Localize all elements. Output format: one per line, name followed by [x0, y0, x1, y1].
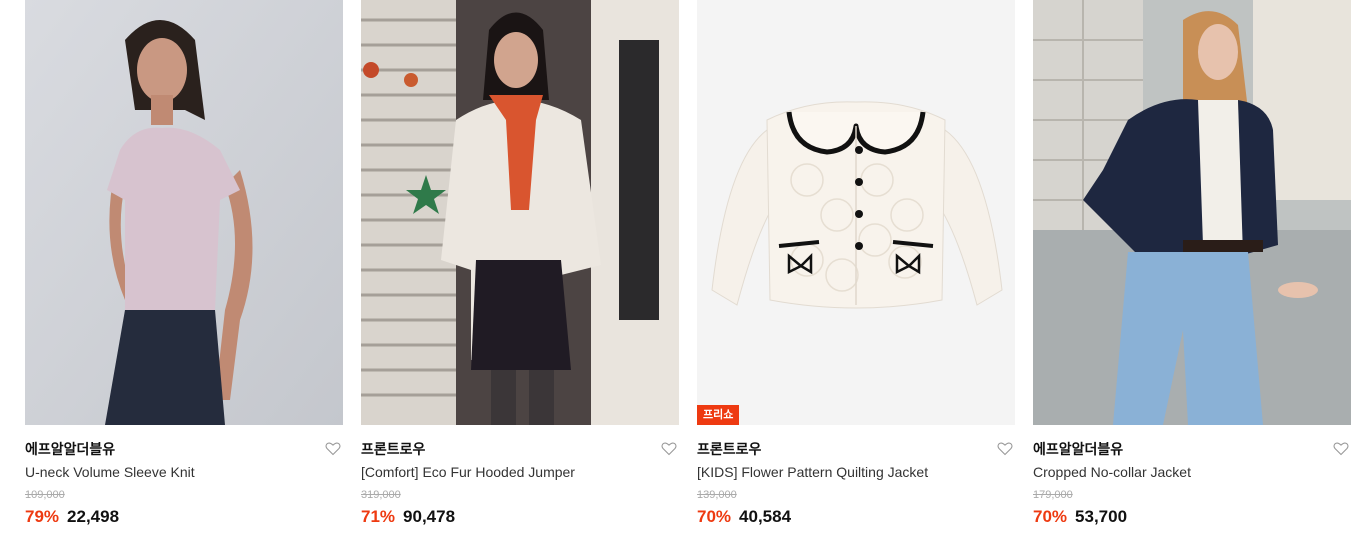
product-card[interactable]: 프론트로우 [Comfort] Eco Fur Hooded Jumper 31…	[361, 0, 679, 526]
price-row: 71% 90,478	[361, 507, 455, 527]
original-price: 109,000	[25, 489, 65, 501]
original-price: 179,000	[1033, 489, 1073, 501]
discount-rate: 70%	[1033, 507, 1068, 526]
product-image[interactable]	[1033, 0, 1351, 425]
product-card[interactable]: 프리쇼 프론트로우 [KIDS] Flower Pattern Quilting…	[697, 0, 1015, 526]
sale-price: 53,700	[1075, 507, 1128, 526]
original-price: 319,000	[361, 489, 401, 501]
discount-rate: 79%	[25, 507, 60, 526]
product-image[interactable]: 프리쇼	[697, 0, 1015, 425]
product-name[interactable]: [Comfort] Eco Fur Hooded Jumper	[361, 464, 575, 480]
heart-outline-icon[interactable]	[325, 441, 341, 456]
product-card[interactable]: 에프알알더블유 U-neck Volume Sleeve Knit 109,00…	[25, 0, 343, 526]
product-name[interactable]: U-neck Volume Sleeve Knit	[25, 464, 195, 480]
sale-price: 40,584	[739, 507, 792, 526]
product-brand[interactable]: 에프알알더블유	[1033, 439, 1123, 459]
price-row: 79% 22,498	[25, 507, 119, 527]
sale-price: 22,498	[67, 507, 120, 526]
discount-rate: 71%	[361, 507, 396, 526]
heart-outline-icon[interactable]	[661, 441, 677, 456]
discount-rate: 70%	[697, 507, 732, 526]
product-image[interactable]	[25, 0, 343, 425]
product-image[interactable]	[361, 0, 679, 425]
price-row: 70% 53,700	[1033, 507, 1127, 527]
product-card[interactable]: 에프알알더블유 Cropped No-collar Jacket 179,000…	[1033, 0, 1351, 526]
original-price: 139,000	[697, 489, 737, 501]
price-row: 70% 40,584	[697, 507, 791, 527]
product-brand[interactable]: 프론트로우	[361, 439, 425, 459]
heart-outline-icon[interactable]	[1333, 441, 1349, 456]
product-brand[interactable]: 프론트로우	[697, 439, 761, 459]
preshow-badge: 프리쇼	[697, 405, 740, 425]
product-brand[interactable]: 에프알알더블유	[25, 439, 115, 459]
heart-outline-icon[interactable]	[997, 441, 1013, 456]
product-name[interactable]: Cropped No-collar Jacket	[1033, 464, 1191, 480]
sale-price: 90,478	[403, 507, 456, 526]
product-name[interactable]: [KIDS] Flower Pattern Quilting Jacket	[697, 464, 928, 480]
